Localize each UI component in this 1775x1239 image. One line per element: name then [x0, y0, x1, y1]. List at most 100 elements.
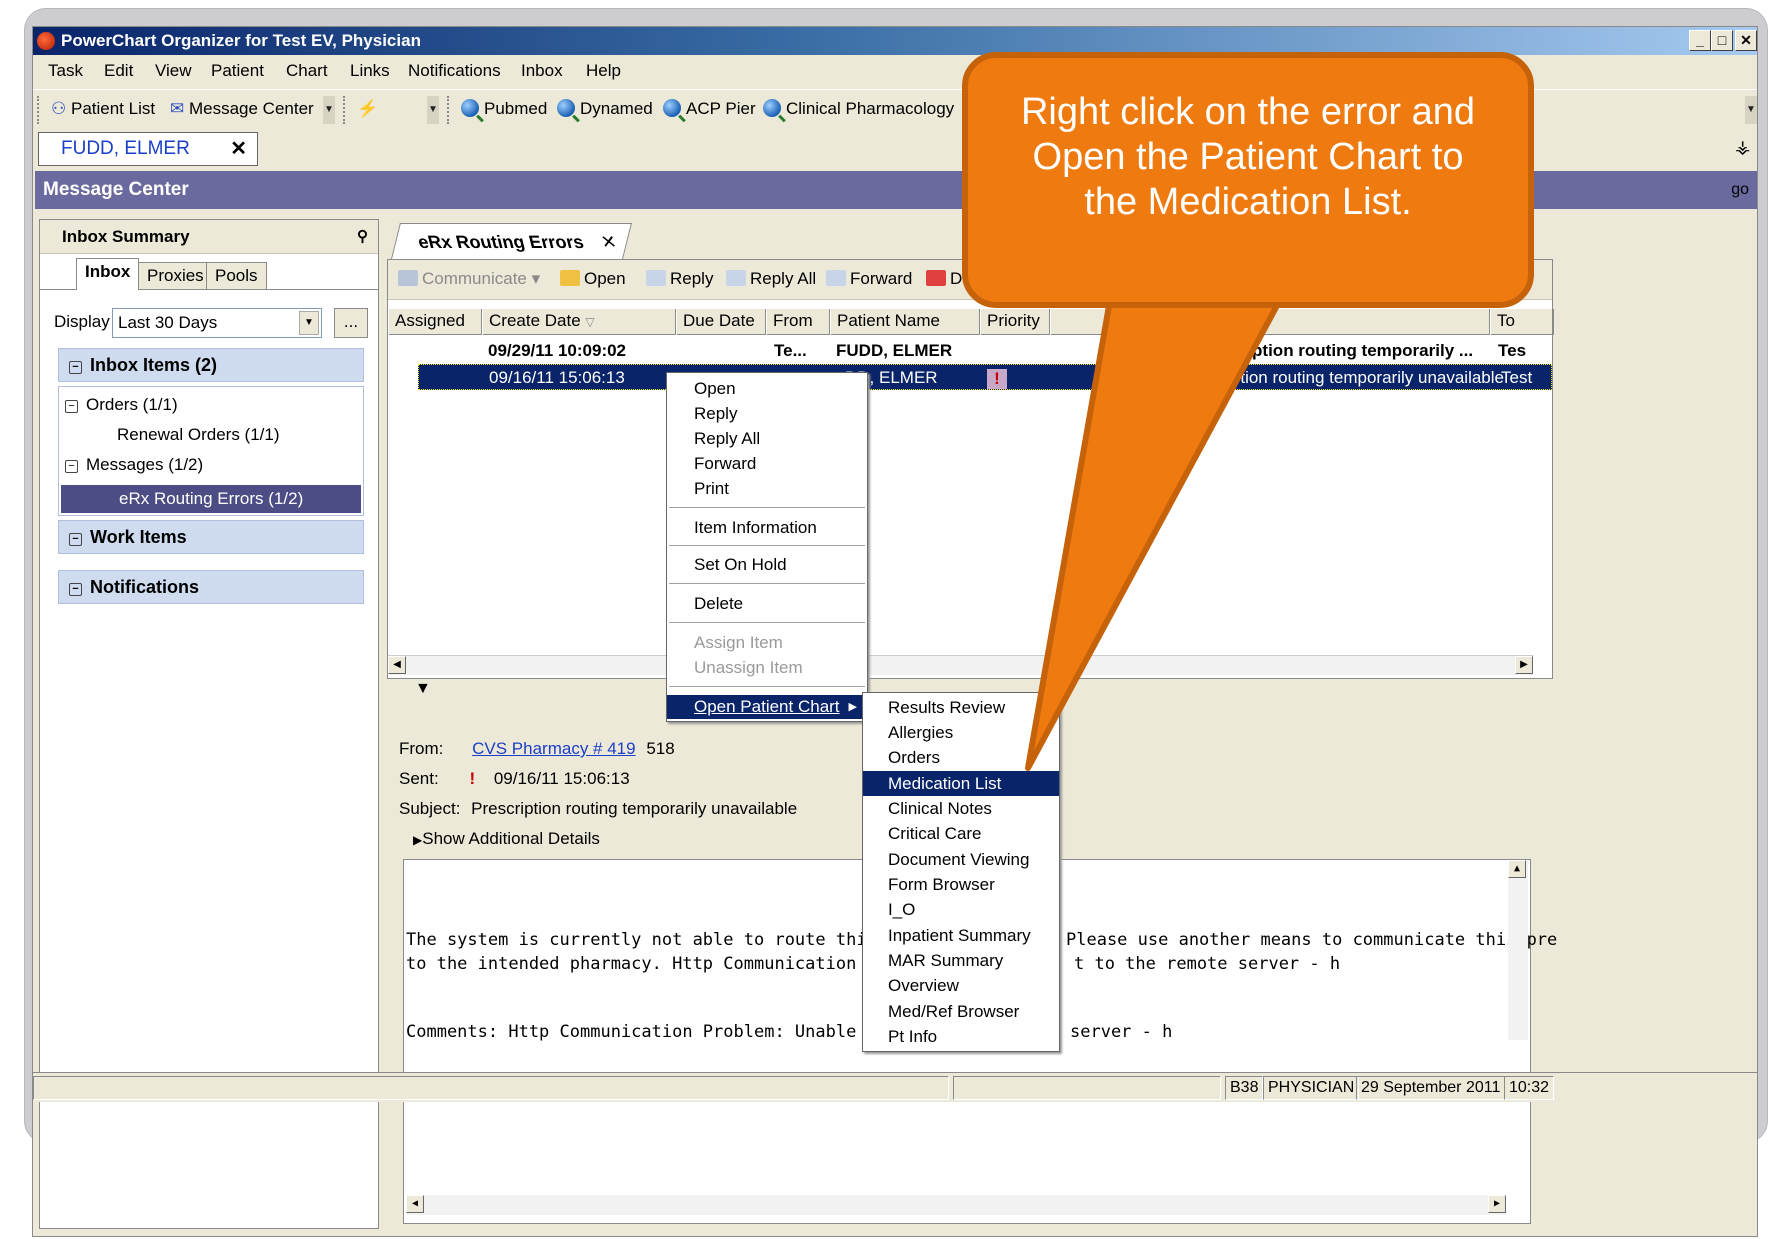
toolbar-chevron-2[interactable]: ▼	[427, 96, 439, 124]
submenu-allergies[interactable]: Allergies	[863, 720, 1059, 745]
scroll-left-icon[interactable]: ◀	[406, 1195, 424, 1213]
tree-item-messages[interactable]: − Messages (1/2)	[65, 455, 203, 475]
submenu-overview[interactable]: Overview	[863, 973, 1059, 998]
collapse-icon[interactable]: −	[65, 460, 78, 473]
submenu-io[interactable]: I_O	[863, 897, 1059, 922]
message-center-button[interactable]: ✉ Message Center	[170, 99, 314, 119]
col-due-date[interactable]: Due Date	[676, 309, 766, 335]
display-select[interactable]: Last 30 Days ▼	[112, 308, 322, 338]
work-items-group[interactable]: − Work Items	[58, 520, 364, 554]
ctx-print[interactable]: Print	[667, 477, 867, 501]
col-subject[interactable]: ect	[1050, 309, 1490, 335]
collapse-icon[interactable]: −	[69, 361, 82, 374]
tab-pools[interactable]: Pools	[206, 262, 267, 290]
col-assigned[interactable]: Assigned	[388, 309, 482, 335]
body-horizontal-scrollbar[interactable]: ◀ ▶	[406, 1195, 1506, 1215]
collapse-icon[interactable]: −	[69, 533, 82, 546]
notifications-group[interactable]: − Notifications	[58, 570, 364, 604]
scroll-left-icon[interactable]: ◀	[388, 656, 406, 674]
tab-proxies[interactable]: Proxies	[138, 262, 213, 290]
scroll-right-icon[interactable]: ▶	[1515, 656, 1533, 674]
binoculars-icon[interactable]: ⚶	[1735, 137, 1750, 158]
show-additional-details[interactable]: ▶Show Additional Details	[413, 829, 600, 849]
chevron-down-icon[interactable]: ▼	[299, 311, 319, 335]
tree-item-orders[interactable]: − Orders (1/1)	[65, 395, 178, 415]
toolbar-grip-3[interactable]	[447, 96, 451, 124]
menu-links[interactable]: Links	[350, 61, 390, 81]
close-icon[interactable]: ✕	[230, 133, 247, 165]
dynamed-button[interactable]: Dynamed	[557, 99, 653, 119]
reply-button[interactable]: Reply	[646, 269, 713, 289]
tab-erx-routing-errors[interactable]: eRx Routing Errors ✕	[391, 223, 632, 259]
col-patient-name[interactable]: Patient Name	[830, 309, 980, 335]
maximize-button[interactable]: □	[1711, 30, 1733, 51]
toolbar-chevron-right[interactable]: ▼	[1745, 96, 1757, 124]
submenu-pt-info[interactable]: Pt Info	[863, 1024, 1059, 1049]
acp-pier-button[interactable]: ACP Pier	[663, 99, 756, 119]
ctx-set-on-hold[interactable]: Set On Hold	[667, 553, 867, 577]
reply-all-button[interactable]: Reply All	[726, 269, 816, 289]
forward-button[interactable]: Forward	[826, 269, 912, 289]
table-row[interactable]: 09/29/11 10:09:02 Te... FUDD, ELMER : Pr…	[388, 338, 1552, 364]
patient-tab[interactable]: FUDD, ELMER ✕	[38, 132, 258, 166]
menu-chart[interactable]: Chart	[286, 61, 328, 81]
col-to[interactable]: To	[1490, 309, 1554, 335]
collapse-icon[interactable]: −	[69, 583, 82, 596]
toolbar-chevron-1[interactable]: ▼	[323, 96, 335, 124]
submenu-medication-list[interactable]: Medication List	[863, 771, 1059, 796]
ctx-open[interactable]: Open	[667, 377, 867, 401]
detail-from-link[interactable]: CVS Pharmacy # 419	[472, 739, 635, 758]
ctx-reply-all[interactable]: Reply All	[667, 427, 867, 451]
tree-item-erx-routing-errors[interactable]: eRx Routing Errors (1/2)	[61, 485, 361, 513]
display-more-button[interactable]: ...	[334, 308, 368, 338]
submenu-inpatient-summary[interactable]: Inpatient Summary	[863, 923, 1059, 948]
submenu-orders[interactable]: Orders	[863, 745, 1059, 770]
list-horizontal-scrollbar[interactable]: ◀ ▶	[388, 655, 1533, 675]
col-create-date[interactable]: Create Date ▽	[482, 309, 676, 335]
ctx-item-information[interactable]: Item Information	[667, 516, 867, 540]
body-vertical-scrollbar[interactable]: ▲	[1508, 860, 1528, 1040]
message-center-label: Message Center	[188, 99, 314, 118]
clinical-pharmacology-button[interactable]: Clinical Pharmacology	[763, 99, 954, 119]
submenu-critical-care[interactable]: Critical Care	[863, 821, 1059, 846]
status-code: B38	[1225, 1076, 1264, 1100]
tab-inbox[interactable]: Inbox	[76, 258, 140, 290]
menu-inbox[interactable]: Inbox	[521, 61, 563, 81]
submenu-med-ref-browser[interactable]: Med/Ref Browser	[863, 999, 1059, 1024]
menu-patient[interactable]: Patient	[211, 61, 264, 81]
submenu-form-browser[interactable]: Form Browser	[863, 872, 1059, 897]
menu-edit[interactable]: Edit	[104, 61, 133, 81]
ctx-open-patient-chart[interactable]: Open Patient Chart	[667, 695, 867, 719]
submenu-clinical-notes[interactable]: Clinical Notes	[863, 796, 1059, 821]
open-button[interactable]: Open	[560, 269, 626, 289]
col-priority[interactable]: Priority	[980, 309, 1050, 335]
key-icon[interactable]: ⚡	[357, 99, 378, 119]
menu-notifications[interactable]: Notifications	[408, 61, 501, 81]
ctx-reply[interactable]: Reply	[667, 402, 867, 426]
submenu-results-review[interactable]: Results Review	[863, 695, 1059, 720]
close-icon[interactable]: ✕	[597, 224, 621, 260]
toolbar-grip[interactable]	[37, 96, 41, 124]
scroll-right-icon[interactable]: ▶	[1488, 1195, 1506, 1213]
collapse-icon[interactable]: −	[65, 400, 78, 413]
pin-icon[interactable]: ⚲	[357, 220, 368, 254]
close-button[interactable]: ✕	[1735, 30, 1757, 51]
menu-view[interactable]: View	[155, 61, 192, 81]
menu-help[interactable]: Help	[586, 61, 621, 81]
toolbar-grip-2[interactable]	[343, 96, 347, 124]
splitter-arrow-icon[interactable]: ▼	[415, 680, 431, 698]
menu-task[interactable]: Task	[48, 61, 83, 81]
tree-item-renewal-orders[interactable]: Renewal Orders (1/1)	[117, 425, 280, 445]
pubmed-button[interactable]: Pubmed	[461, 99, 547, 119]
scroll-up-icon[interactable]: ▲	[1508, 860, 1526, 878]
ctx-forward[interactable]: Forward	[667, 452, 867, 476]
minimize-button[interactable]: _	[1689, 30, 1711, 51]
submenu-mar-summary[interactable]: MAR Summary	[863, 948, 1059, 973]
submenu-document-viewing[interactable]: Document Viewing	[863, 847, 1059, 872]
col-from[interactable]: From	[766, 309, 830, 335]
inbox-items-group[interactable]: − Inbox Items (2)	[58, 348, 364, 382]
table-row-selected[interactable]: 09/16/11 15:06:13 DD, ELMER ! escription…	[418, 364, 1552, 390]
patient-list-button[interactable]: ⚇ Patient List	[51, 99, 155, 119]
communicate-button[interactable]: Communicate ▾	[398, 269, 540, 289]
ctx-delete[interactable]: Delete	[667, 592, 867, 616]
